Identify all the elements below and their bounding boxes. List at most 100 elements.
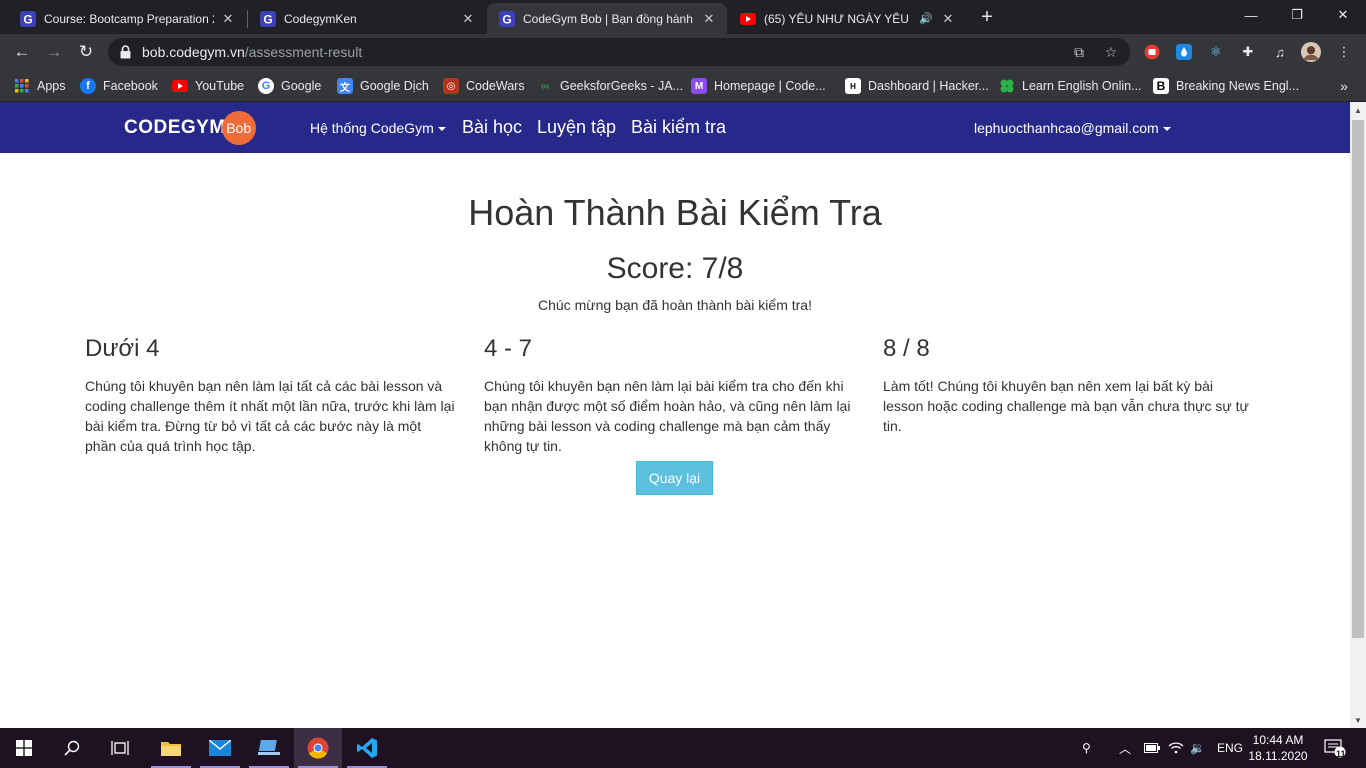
nav-practice[interactable]: Luyện tập bbox=[537, 117, 616, 138]
bookmark-label: Apps bbox=[37, 79, 66, 93]
bookmark-breaking-news[interactable]: B Breaking News Engl... bbox=[1153, 76, 1299, 96]
user-email: lephuocthanhcao@gmail.com bbox=[974, 120, 1159, 136]
logo-badge: Bob bbox=[221, 111, 256, 145]
windows-start-icon[interactable] bbox=[0, 728, 48, 768]
media-control-icon[interactable]: ♫ bbox=[1270, 42, 1290, 62]
bookmark-label: Google Dịch bbox=[360, 79, 429, 93]
input-language[interactable]: ENG bbox=[1217, 728, 1243, 768]
search-icon[interactable] bbox=[48, 728, 96, 768]
people-icon[interactable]: ⚲ bbox=[1082, 728, 1091, 768]
file-explorer-icon[interactable] bbox=[147, 728, 195, 768]
scrollbar-thumb[interactable] bbox=[1352, 120, 1364, 638]
facebook-icon: f bbox=[80, 78, 96, 94]
battery-icon[interactable] bbox=[1144, 728, 1160, 768]
chrome-icon[interactable] bbox=[294, 728, 342, 768]
mail-icon[interactable] bbox=[196, 728, 244, 768]
bookmark-label: Google bbox=[281, 79, 322, 93]
codegym-bob-logo[interactable]: CODEGYM Bob bbox=[124, 111, 256, 145]
codegym-icon: G bbox=[20, 10, 36, 27]
reload-icon[interactable]: ↻ bbox=[73, 39, 99, 65]
band-advice: Chúng tôi khuyên bạn nên làm lại bài kiể… bbox=[484, 378, 851, 454]
browser-menu-icon[interactable]: ⋮ bbox=[1334, 42, 1354, 62]
band-range: Dưới 4 bbox=[85, 335, 160, 362]
band-range: 4 - 7 bbox=[484, 335, 533, 362]
bookmark-google-dich[interactable]: 文 Google Dịch bbox=[337, 76, 429, 96]
close-icon[interactable]: ✕ bbox=[940, 11, 956, 27]
bookmark-label: Homepage | Code... bbox=[714, 79, 826, 93]
speaker-icon[interactable]: 🔊 bbox=[918, 11, 934, 27]
water-drop-extension-icon[interactable] bbox=[1174, 42, 1194, 62]
new-tab-button[interactable]: + bbox=[976, 6, 998, 28]
codewars-icon: ◎ bbox=[443, 78, 459, 94]
show-hidden-icons-chevron-icon[interactable]: ︿ bbox=[1119, 728, 1131, 768]
volume-icon[interactable]: 🔉 bbox=[1190, 728, 1205, 768]
apps-grid-icon bbox=[14, 78, 30, 94]
logo-text: CODEGYM bbox=[124, 117, 226, 138]
caret-down-icon bbox=[1162, 127, 1171, 132]
clover-icon bbox=[999, 78, 1015, 94]
scroll-down-arrow-icon[interactable]: ▼ bbox=[1350, 712, 1366, 728]
wifi-icon[interactable] bbox=[1168, 728, 1184, 768]
address-bar[interactable]: bob.codegym.vn/assessment-result ⧉ ☆ bbox=[108, 38, 1130, 66]
profile-avatar[interactable] bbox=[1301, 42, 1321, 62]
vscode-icon[interactable] bbox=[343, 728, 391, 768]
action-center-icon[interactable]: 11 bbox=[1324, 728, 1346, 768]
nav-tests[interactable]: Bài kiểm tra bbox=[631, 117, 726, 138]
tab-course-bootcamp[interactable]: G Course: Bootcamp Preparation 2.0 ✕ bbox=[8, 3, 246, 34]
nav-lessons[interactable]: Bài học bbox=[462, 117, 522, 138]
close-icon[interactable]: ✕ bbox=[460, 11, 476, 27]
react-devtools-icon[interactable]: ⚛ bbox=[1206, 42, 1226, 62]
star-icon[interactable]: ☆ bbox=[1102, 43, 1120, 61]
close-icon[interactable]: ✕ bbox=[701, 11, 717, 27]
bookmark-facebook[interactable]: f Facebook bbox=[80, 76, 158, 96]
tab-title: (65) YÊU NHƯ NGÀY YÊU CUỐI bbox=[764, 11, 912, 26]
browser-tab-strip: G Course: Bootcamp Preparation 2.0 ✕ G C… bbox=[0, 0, 1366, 34]
score-band-below-4: Dưới 4 Chúng tôi khuyên bạn nên làm lại … bbox=[85, 335, 455, 456]
forward-arrow-icon[interactable]: → bbox=[41, 39, 67, 65]
google-icon: G bbox=[258, 78, 274, 94]
youtube-icon bbox=[740, 11, 756, 27]
close-window-button[interactable]: ✕ bbox=[1320, 0, 1366, 30]
system-clock[interactable]: 10:44 AM 18.11.2020 bbox=[1248, 732, 1308, 764]
nav-codegym-system-dropdown[interactable]: Hệ thống CodeGym bbox=[310, 120, 446, 136]
tab-title: CodegymKen bbox=[284, 11, 357, 26]
clock-date: 18.11.2020 bbox=[1248, 749, 1308, 763]
bookmark-codegym-homepage[interactable]: M Homepage | Code... bbox=[691, 76, 826, 96]
minimize-button[interactable]: — bbox=[1228, 0, 1274, 30]
clock-time: 10:44 AM bbox=[1252, 733, 1304, 747]
lock-icon bbox=[120, 45, 131, 64]
user-menu-dropdown[interactable]: lephuocthanhcao@gmail.com bbox=[974, 120, 1171, 136]
tab-youtube-song[interactable]: (65) YÊU NHƯ NGÀY YÊU CUỐI 🔊 ✕ bbox=[728, 3, 966, 34]
tab-codegymken[interactable]: G CodegymKen ✕ bbox=[248, 3, 486, 34]
score-band-8-of-8: 8 / 8 Làm tốt! Chúng tôi khuyên bạn nên … bbox=[883, 335, 1253, 436]
page-scrollbar[interactable]: ▲ ▼ bbox=[1350, 102, 1366, 728]
bookmark-codewars[interactable]: ◎ CodeWars bbox=[443, 76, 525, 96]
tab-title: Course: Bootcamp Preparation 2.0 bbox=[44, 11, 214, 26]
bookmark-learn-english[interactable]: Learn English Onlin... bbox=[999, 76, 1142, 96]
back-arrow-icon[interactable]: ← bbox=[9, 39, 35, 65]
score-band-4-to-7: 4 - 7 Chúng tôi khuyên bạn nên làm lại b… bbox=[484, 335, 854, 456]
bookmark-google[interactable]: G Google bbox=[258, 76, 321, 96]
task-view-icon[interactable] bbox=[96, 728, 144, 768]
scroll-up-arrow-icon[interactable]: ▲ bbox=[1350, 102, 1366, 118]
svg-text:G: G bbox=[502, 12, 511, 26]
back-button[interactable]: Quay lại bbox=[636, 461, 713, 495]
bookmarks-overflow-icon[interactable]: » bbox=[1334, 76, 1354, 96]
tab-codegym-bob[interactable]: G CodeGym Bob | Bạn đồng hành của bạn ✕ bbox=[487, 3, 727, 34]
bookmark-geeksforgeeks[interactable]: ∞ GeeksforGeeks - JA... bbox=[537, 76, 683, 96]
congrats-message: Chúc mừng bạn đã hoàn thành bài kiểm tra… bbox=[538, 297, 812, 313]
restore-button[interactable]: ❐ bbox=[1274, 0, 1320, 30]
adblock-extension-icon[interactable] bbox=[1142, 42, 1162, 62]
bookmark-label: Dashboard | Hacker... bbox=[868, 79, 989, 93]
bookmark-youtube[interactable]: YouTube bbox=[172, 76, 244, 96]
translate-icon[interactable]: ⧉ bbox=[1070, 43, 1088, 61]
bookmark-hackerrank[interactable]: H Dashboard | Hacker... bbox=[845, 76, 989, 96]
close-icon[interactable]: ✕ bbox=[220, 11, 236, 27]
laptop-app-icon[interactable] bbox=[245, 728, 293, 768]
svg-text:G: G bbox=[23, 12, 32, 26]
bookmark-label: Learn English Onlin... bbox=[1022, 79, 1142, 93]
extensions-puzzle-icon[interactable]: ✚ bbox=[1238, 42, 1258, 62]
bookmark-apps[interactable]: Apps bbox=[14, 76, 66, 96]
codegym-icon: G bbox=[260, 10, 276, 27]
geeksforgeeks-icon: ∞ bbox=[540, 79, 550, 93]
